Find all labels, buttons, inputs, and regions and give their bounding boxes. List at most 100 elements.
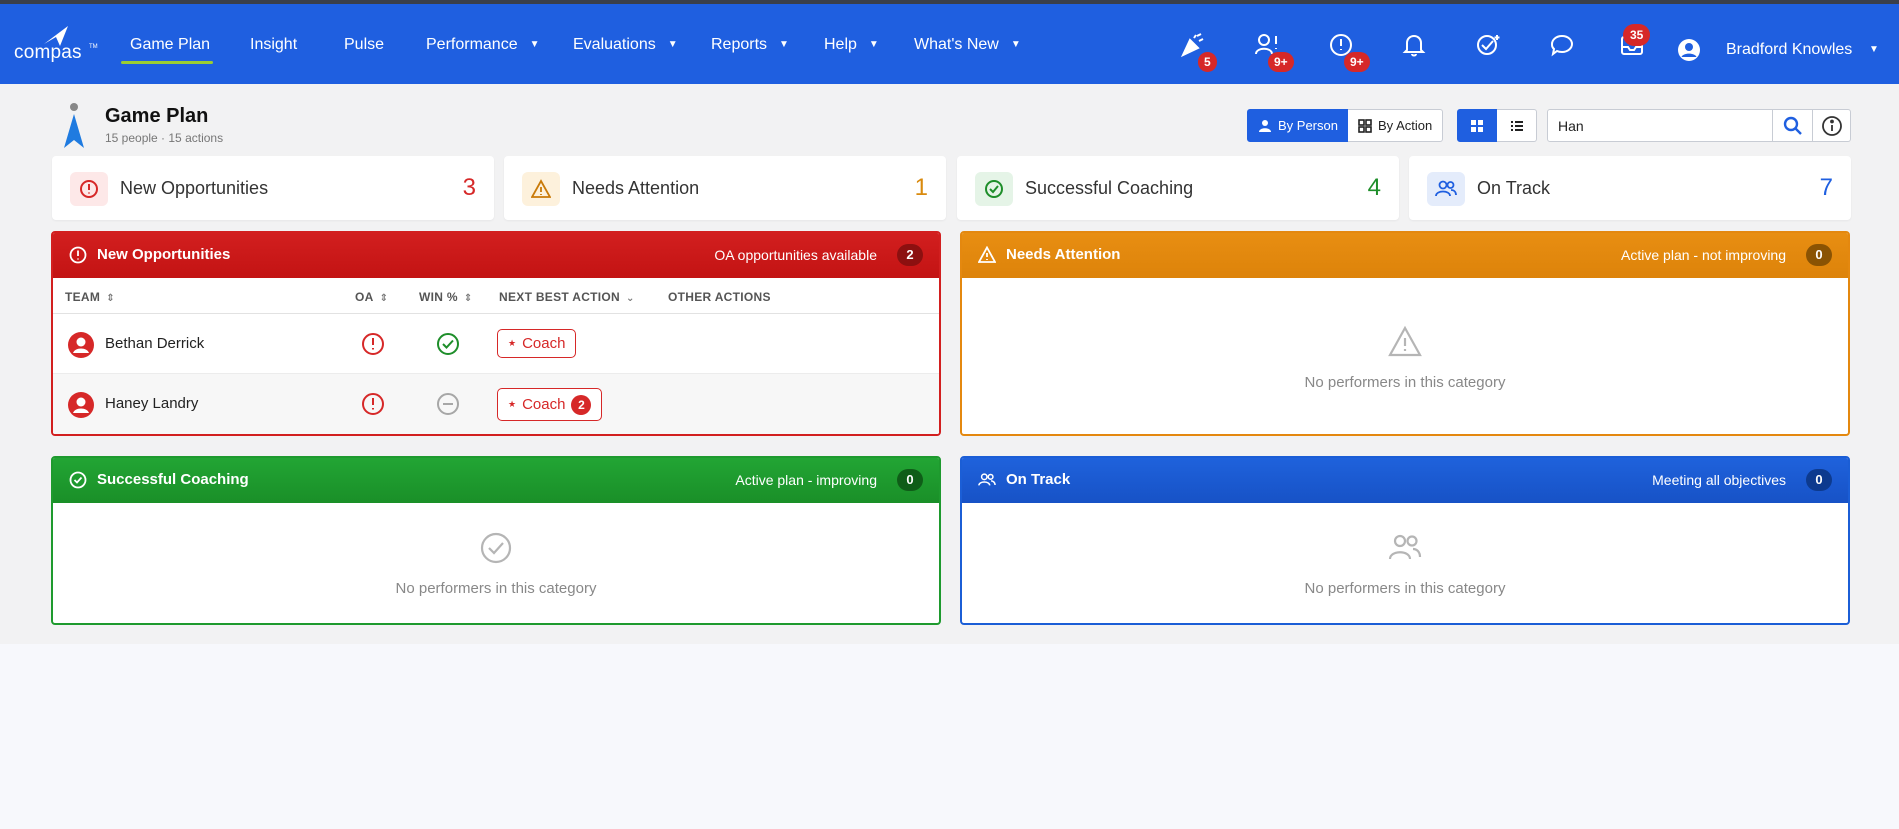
column-header-oa[interactable]: OA ⇕ bbox=[355, 290, 388, 304]
nav-evaluations[interactable]: Evaluations ▼ bbox=[573, 36, 678, 54]
win-check-icon bbox=[437, 333, 459, 355]
person-icon bbox=[1259, 119, 1271, 132]
nav-pulse[interactable]: Pulse bbox=[344, 36, 384, 54]
sort-icon: ⇕ bbox=[463, 293, 473, 304]
panel-count-badge: 0 bbox=[1806, 469, 1832, 491]
grid-actions-icon bbox=[1358, 118, 1372, 133]
action-label: Coach bbox=[522, 335, 566, 352]
game-plan-logo-icon bbox=[64, 103, 84, 148]
celebration-icon[interactable]: 5 bbox=[1180, 32, 1217, 72]
nav-label: Game Plan bbox=[130, 36, 211, 53]
info-icon bbox=[1821, 115, 1842, 136]
people-icon bbox=[978, 473, 996, 486]
caret-down-icon: ▼ bbox=[779, 39, 789, 50]
alert-circle-icon[interactable]: 9+ bbox=[1328, 32, 1370, 72]
panel-header: On Track Meeting all objectives 0 bbox=[962, 458, 1848, 503]
list-view-icon bbox=[1510, 120, 1523, 131]
column-header-other-actions: OTHER ACTIONS bbox=[668, 290, 771, 304]
grid-view-button[interactable] bbox=[1457, 109, 1497, 142]
user-menu[interactable]: Bradford Knowles ▼ bbox=[1677, 38, 1897, 62]
summary-label: On Track bbox=[1477, 178, 1551, 198]
new-opportunities-panel: New Opportunities OA opportunities avail… bbox=[51, 231, 941, 436]
panel-meta: OA opportunities available bbox=[714, 247, 877, 263]
summary-card-successful-coaching[interactable]: Successful Coaching 4 bbox=[957, 156, 1399, 220]
summary-card-on-track[interactable]: On Track 7 bbox=[1409, 156, 1851, 220]
nav-label: Evaluations bbox=[573, 36, 656, 53]
check-circle-icon bbox=[480, 532, 512, 564]
inbox-icon[interactable]: 35 bbox=[1619, 24, 1651, 60]
nav-performance[interactable]: Performance ▼ bbox=[426, 36, 540, 54]
compas-logo[interactable]: compas TM bbox=[14, 24, 98, 68]
nav-label: Performance bbox=[426, 36, 518, 53]
summary-count: 3 bbox=[462, 174, 476, 201]
chat-icon[interactable] bbox=[1549, 32, 1577, 60]
empty-state-text: No performers in this category bbox=[1304, 580, 1506, 597]
by-action-button[interactable]: By Action bbox=[1348, 109, 1444, 142]
summary-label: Successful Coaching bbox=[1025, 178, 1194, 198]
summary-count: 1 bbox=[914, 174, 928, 201]
summary-label: Needs Attention bbox=[572, 178, 700, 198]
caret-down-icon: ▼ bbox=[1010, 39, 1021, 50]
panel-title: Successful Coaching bbox=[97, 471, 249, 488]
logo-trademark: TM bbox=[89, 44, 98, 50]
bell-icon[interactable] bbox=[1401, 32, 1429, 60]
oa-alert-icon bbox=[362, 393, 384, 415]
grid-view-icon bbox=[1471, 119, 1483, 132]
warning-triangle-icon bbox=[978, 246, 996, 263]
summary-card-new-opportunities[interactable]: New Opportunities 3 bbox=[52, 156, 494, 220]
chevron-down-icon: ⌄ bbox=[626, 293, 635, 304]
panel-meta: Active plan - improving bbox=[735, 472, 877, 488]
table-row[interactable]: Bethan Derrick ★ Coach bbox=[53, 314, 939, 374]
notification-badge: 35 bbox=[1623, 24, 1651, 46]
by-person-button[interactable]: By Person bbox=[1247, 109, 1349, 142]
search-input[interactable] bbox=[1547, 109, 1773, 142]
nav-reports[interactable]: Reports ▼ bbox=[711, 36, 789, 54]
column-header-next-best-action[interactable]: NEXT BEST ACTION ⌄ bbox=[499, 290, 635, 304]
check-circle-icon bbox=[975, 172, 1013, 206]
nav-help[interactable]: Help ▼ bbox=[824, 36, 879, 54]
alert-circle-icon bbox=[69, 246, 87, 264]
summary-count: 4 bbox=[1367, 174, 1381, 201]
nav-insight[interactable]: Insight bbox=[250, 36, 297, 54]
nav-label: What's New bbox=[914, 36, 999, 53]
notification-badge: 9+ bbox=[1268, 52, 1294, 72]
column-header-team[interactable]: TEAM ⇕ bbox=[65, 290, 115, 304]
empty-state-text: No performers in this category bbox=[395, 580, 597, 597]
column-label: TEAM bbox=[65, 290, 101, 304]
coach-action-button[interactable]: ★ Coach bbox=[497, 329, 577, 358]
nav-label: Reports bbox=[711, 36, 768, 53]
empty-state: No performers in this category bbox=[962, 531, 1848, 597]
nav-whats-new[interactable]: What's New ▼ bbox=[914, 36, 1021, 54]
needs-attention-panel: Needs Attention Active plan - not improv… bbox=[960, 231, 1850, 436]
list-view-button[interactable] bbox=[1497, 109, 1537, 142]
panel-title: Needs Attention bbox=[1006, 246, 1121, 263]
panel-header: Successful Coaching Active plan - improv… bbox=[53, 458, 939, 503]
user-name: Bradford Knowles bbox=[1726, 41, 1853, 58]
nav-label: Insight bbox=[250, 36, 298, 53]
performer-name[interactable]: Bethan Derrick bbox=[105, 335, 204, 352]
star-icon: ★ bbox=[508, 399, 517, 409]
user-avatar-icon bbox=[68, 392, 94, 418]
empty-state: No performers in this category bbox=[53, 531, 939, 597]
person-alert-icon[interactable]: 9+ bbox=[1254, 32, 1294, 72]
main-content: Game Plan 15 people · 15 actions By Pers… bbox=[0, 84, 1899, 644]
column-label: OA bbox=[355, 290, 374, 304]
check-sparkle-icon[interactable] bbox=[1475, 32, 1503, 60]
summary-card-needs-attention[interactable]: Needs Attention 1 bbox=[504, 156, 946, 220]
by-person-label: By Person bbox=[1278, 118, 1338, 133]
notification-badge: 9+ bbox=[1344, 52, 1370, 72]
action-label: Coach bbox=[522, 396, 566, 413]
panel-header: Needs Attention Active plan - not improv… bbox=[962, 233, 1848, 278]
performer-name[interactable]: Haney Landry bbox=[105, 395, 198, 412]
search-button[interactable] bbox=[1773, 109, 1813, 142]
column-header-win[interactable]: WIN % ⇕ bbox=[419, 290, 473, 304]
on-track-panel: On Track Meeting all objectives 0 No per… bbox=[960, 456, 1850, 625]
caret-down-icon: ▼ bbox=[868, 39, 879, 50]
info-button[interactable] bbox=[1813, 109, 1851, 142]
summary-count: 7 bbox=[1819, 174, 1833, 201]
summary-label: New Opportunities bbox=[120, 178, 269, 198]
nav-game-plan[interactable]: Game Plan bbox=[130, 36, 210, 54]
nav-label: Help bbox=[824, 36, 857, 53]
table-row[interactable]: Haney Landry ★ Coach 2 bbox=[53, 374, 939, 434]
coach-action-button[interactable]: ★ Coach 2 bbox=[497, 388, 603, 421]
